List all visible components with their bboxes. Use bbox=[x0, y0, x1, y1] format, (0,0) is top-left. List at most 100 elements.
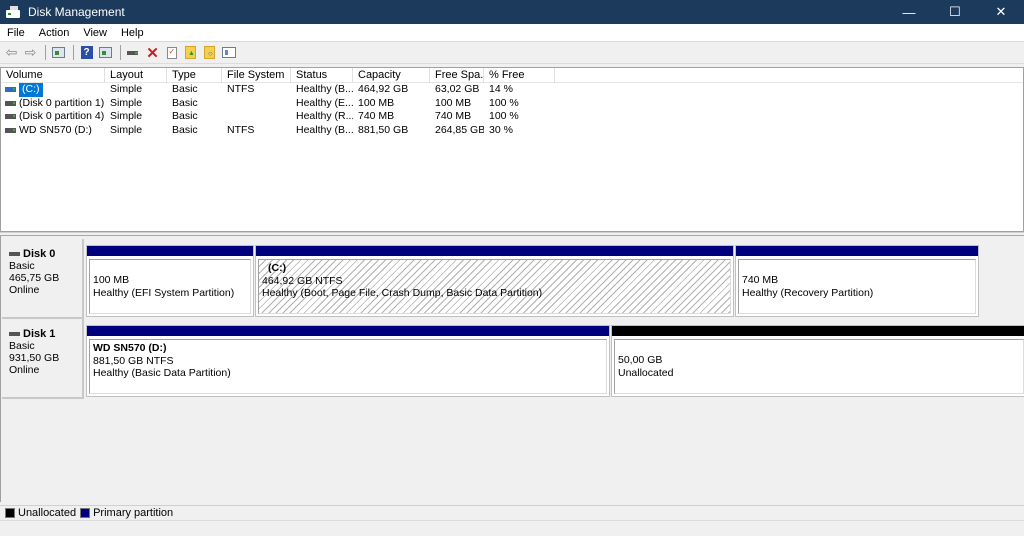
column-volume[interactable]: Volume bbox=[1, 68, 105, 83]
column-layout[interactable]: Layout bbox=[105, 68, 167, 83]
menu-file[interactable]: File bbox=[0, 27, 32, 39]
partition-size: 740 MB bbox=[742, 274, 779, 286]
volume-capacity: 100 MB bbox=[358, 96, 395, 109]
maximize-button[interactable]: ☐ bbox=[932, 0, 978, 24]
close-button[interactable]: ✕ bbox=[978, 0, 1024, 24]
volume-name: WD SN570 (D:) bbox=[19, 123, 92, 136]
partition-status: Healthy (Basic Data Partition) bbox=[93, 367, 231, 379]
menu-action[interactable]: Action bbox=[32, 27, 77, 39]
column-status[interactable]: Status bbox=[291, 68, 353, 83]
minimize-button[interactable]: — bbox=[886, 0, 932, 24]
volume-row[interactable]: (Disk 0 partition 4) Simple Basic Health… bbox=[1, 110, 1023, 124]
help-button[interactable]: ? bbox=[78, 44, 95, 61]
disk-info[interactable]: Disk 0 Basic 465,75 GB Online bbox=[2, 239, 84, 319]
volume-row[interactable]: WD SN570 (D:) Simple Basic NTFS Healthy … bbox=[1, 124, 1023, 138]
partition-label: WD SN570 (D:) bbox=[93, 342, 167, 354]
volume-icon bbox=[5, 128, 16, 134]
volume-capacity: 881,50 GB bbox=[358, 123, 409, 136]
partition-size: 100 MB bbox=[93, 274, 130, 286]
volume-percent-free: 100 % bbox=[489, 110, 519, 123]
volume-capacity: 740 MB bbox=[358, 110, 395, 123]
partition-size: 881,50 GB NTFS bbox=[93, 354, 174, 367]
show-action-pane-button[interactable] bbox=[97, 44, 114, 61]
volume-row[interactable]: (C:) Simple Basic NTFS Healthy (B... 464… bbox=[1, 83, 1023, 97]
volume-name: (Disk 0 partition 4) bbox=[19, 110, 105, 123]
volume-name: (C:) bbox=[19, 83, 43, 97]
title-bar: Disk Management — ☐ ✕ bbox=[0, 0, 1024, 24]
window-title: Disk Management bbox=[28, 5, 125, 19]
volume-icon bbox=[5, 87, 16, 93]
list-view-button[interactable] bbox=[220, 44, 237, 61]
list-view-icon bbox=[221, 47, 236, 58]
properties-button[interactable] bbox=[163, 44, 180, 61]
partition-size: 50,00 GB bbox=[618, 354, 663, 366]
disk-size: 465,75 GB bbox=[9, 272, 60, 284]
folder-up-icon bbox=[185, 46, 196, 59]
primary-partition-bar bbox=[87, 326, 609, 336]
disk-info[interactable]: Disk 1 Basic 931,50 GB Online bbox=[2, 319, 84, 399]
partition-status: Healthy (EFI System Partition) bbox=[93, 286, 235, 299]
volume-file-system bbox=[222, 110, 291, 124]
disk-graph-pane: Disk 0 Basic 465,75 GB Online 100 MB Hea… bbox=[0, 236, 1024, 502]
volume-status: Healthy (B... bbox=[296, 123, 353, 136]
up-folder-button[interactable] bbox=[182, 44, 199, 61]
volume-status: Healthy (B... bbox=[296, 83, 353, 95]
volume-row[interactable]: (Disk 0 partition 1) Simple Basic Health… bbox=[1, 97, 1023, 111]
volume-name: (Disk 0 partition 1) bbox=[19, 96, 105, 109]
volume-icon bbox=[5, 100, 16, 106]
back-arrow-icon[interactable]: ⇦ bbox=[3, 44, 20, 61]
primary-partition-bar bbox=[256, 246, 733, 256]
partition-d[interactable]: WD SN570 (D:) 881,50 GB NTFS Healthy (Ba… bbox=[86, 325, 610, 397]
toolbar-separator bbox=[45, 45, 46, 60]
disk-type: Basic bbox=[9, 340, 35, 352]
connect-drive-button[interactable] bbox=[125, 44, 142, 61]
volume-percent-free: 30 % bbox=[489, 123, 513, 136]
menu-help[interactable]: Help bbox=[114, 27, 151, 39]
volume-type: Basic bbox=[172, 123, 198, 136]
forward-arrow-icon[interactable]: ⇨ bbox=[22, 44, 39, 61]
volume-list[interactable]: Volume Layout Type File System Status Ca… bbox=[0, 67, 1024, 232]
properties-icon bbox=[166, 46, 177, 59]
volume-percent-free: 14 % bbox=[489, 83, 513, 95]
partition-recovery[interactable]: 740 MB Healthy (Recovery Partition) bbox=[735, 245, 979, 317]
partition-unallocated[interactable]: 50,00 GB Unallocated bbox=[611, 325, 1024, 397]
volume-icon bbox=[5, 114, 16, 120]
volume-capacity: 464,92 GB bbox=[358, 83, 409, 95]
volume-status: Healthy (E... bbox=[296, 96, 353, 109]
partition-status: Healthy (Boot, Page File, Crash Dump, Ba… bbox=[262, 287, 543, 299]
partition-status: Unallocated bbox=[618, 366, 674, 379]
menu-view[interactable]: View bbox=[76, 27, 114, 39]
partition-size: 464,92 GB NTFS bbox=[262, 274, 343, 287]
volume-status: Healthy (R... bbox=[296, 110, 353, 123]
show-hide-console-tree-button[interactable] bbox=[50, 44, 67, 61]
volume-type: Basic bbox=[172, 83, 198, 95]
disk-state: Online bbox=[9, 284, 40, 296]
menu-bar: File Action View Help bbox=[0, 24, 1024, 42]
volume-layout: Simple bbox=[110, 123, 143, 136]
delete-icon[interactable]: ✕ bbox=[144, 44, 161, 62]
column-type[interactable]: Type bbox=[167, 68, 222, 83]
column-percent-free[interactable]: % Free bbox=[484, 68, 555, 83]
column-capacity[interactable]: Capacity bbox=[353, 68, 430, 83]
partition-c[interactable]: (C:) 464,92 GB NTFS Healthy (Boot, Page … bbox=[255, 245, 734, 317]
volume-type: Basic bbox=[172, 96, 198, 109]
console-tree-icon bbox=[52, 47, 65, 58]
volume-free-space: 264,85 GB bbox=[435, 123, 484, 136]
volume-file-system: NTFS bbox=[227, 83, 255, 95]
legend-unallocated: Unallocated bbox=[5, 507, 76, 519]
volume-list-header: Volume Layout Type File System Status Ca… bbox=[1, 68, 1023, 83]
column-free-space[interactable]: Free Spa... bbox=[430, 68, 484, 83]
disk-row-0: Disk 0 Basic 465,75 GB Online 100 MB Hea… bbox=[1, 239, 1024, 319]
find-folder-button[interactable] bbox=[201, 44, 218, 61]
volume-file-system: NTFS bbox=[227, 123, 255, 136]
volume-layout: Simple bbox=[110, 83, 143, 95]
action-pane-icon bbox=[99, 47, 112, 58]
legend-label: Primary partition bbox=[93, 507, 174, 519]
volume-file-system bbox=[222, 97, 291, 111]
column-file-system[interactable]: File System bbox=[222, 68, 291, 83]
volume-free-space: 63,02 GB bbox=[435, 83, 480, 95]
drive-icon bbox=[126, 49, 141, 57]
volume-type: Basic bbox=[172, 110, 198, 123]
unallocated-swatch bbox=[5, 508, 15, 518]
partition-efi[interactable]: 100 MB Healthy (EFI System Partition) bbox=[86, 245, 254, 317]
